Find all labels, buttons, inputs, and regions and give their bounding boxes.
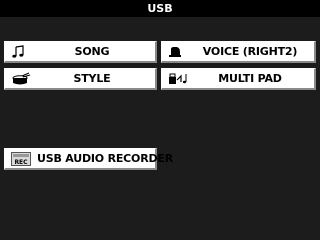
usb-audio-recorder-label: USB AUDIO RECORDER: [37, 152, 173, 165]
style-label: STYLE: [73, 72, 111, 85]
style-button[interactable]: STYLE: [4, 68, 157, 90]
drum-icon: [11, 71, 33, 87]
usb-audio-recorder-button[interactable]: REC USB AUDIO RECORDER: [4, 148, 173, 170]
music-note-icon: [11, 44, 33, 60]
multi-pad-button[interactable]: MULTI PAD: [161, 68, 316, 90]
rec-icon: REC: [11, 151, 33, 167]
song-label: SONG: [74, 45, 110, 58]
title-bar: USB: [0, 0, 320, 17]
rec-icon-text: REC: [14, 159, 28, 166]
piano-icon: [168, 44, 190, 60]
song-button[interactable]: SONG: [4, 41, 157, 63]
voice-label: VOICE (RIGHT2): [202, 45, 298, 58]
voice-right2-button[interactable]: VOICE (RIGHT2): [161, 41, 316, 63]
instruments-icon: [168, 71, 190, 87]
page-title: USB: [147, 2, 173, 15]
multi-pad-label: MULTI PAD: [218, 72, 282, 85]
